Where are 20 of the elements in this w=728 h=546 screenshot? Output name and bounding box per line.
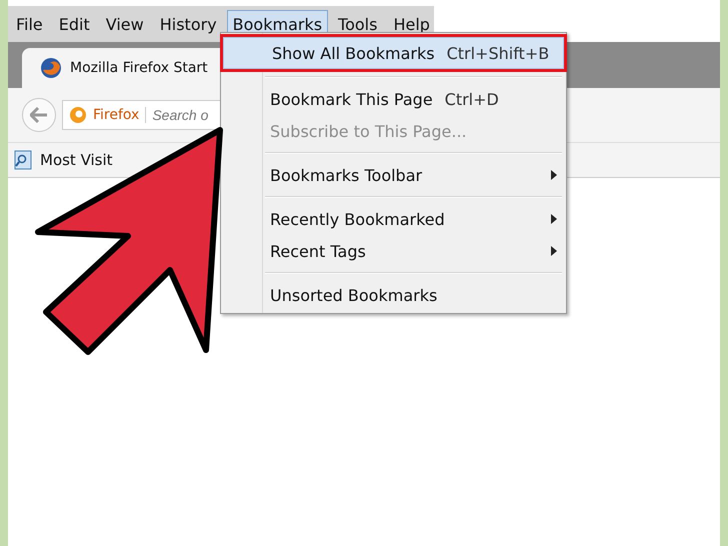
menu-item[interactable]: Recent Tags <box>221 235 566 267</box>
firefox-logo-icon <box>40 57 62 79</box>
search-input[interactable]: Search o <box>152 107 218 123</box>
identity-label: Firefox <box>93 107 146 123</box>
bookmark-item[interactable]: Most Visit <box>40 151 113 169</box>
submenu-arrow-icon <box>551 246 558 256</box>
firefox-logo-icon <box>69 106 87 124</box>
submenu-arrow-icon <box>551 214 558 224</box>
menu-bar-item[interactable]: View <box>100 10 150 38</box>
back-arrow-icon <box>30 107 48 123</box>
menu-item[interactable]: Recently Bookmarked <box>221 203 566 235</box>
menu-bar-item[interactable]: History <box>154 10 223 38</box>
menu-item[interactable]: Bookmarks Toolbar <box>221 159 566 191</box>
tab-title: Mozilla Firefox Start <box>70 60 208 76</box>
submenu-arrow-icon <box>551 170 558 180</box>
menu-item[interactable]: Unsorted Bookmarks <box>221 279 566 311</box>
menu-item[interactable]: Show All Bookmarks Ctrl+Shift+B <box>223 37 564 69</box>
menu-bar-item[interactable]: Edit <box>52 10 96 38</box>
menu-bar-item[interactable]: File <box>10 10 49 38</box>
back-button[interactable] <box>22 98 56 132</box>
